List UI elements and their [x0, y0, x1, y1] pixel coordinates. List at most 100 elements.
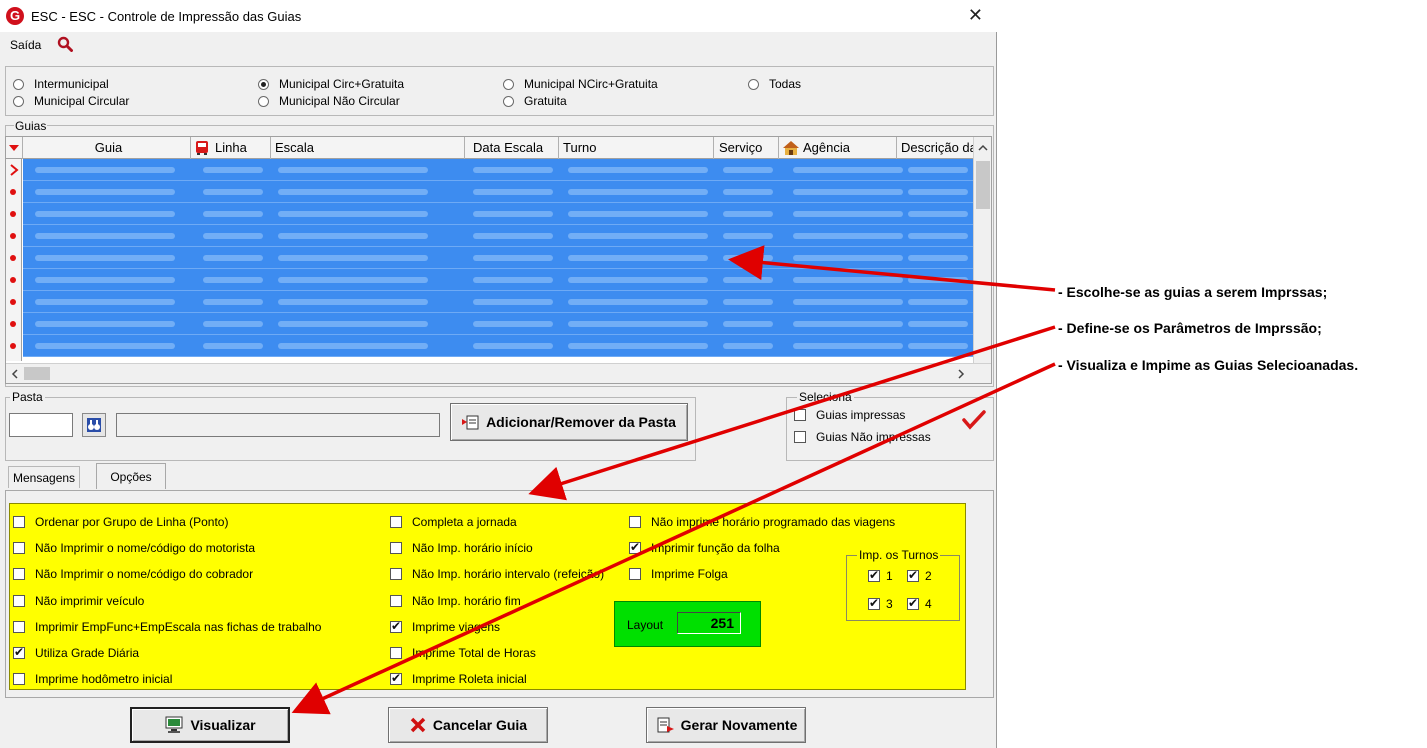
- option-label: Imprime Folga: [651, 567, 728, 582]
- seleciona-label: Seleciona: [797, 390, 854, 404]
- turnos-group: [846, 555, 960, 621]
- annotation-escolhe: - Escolhe-se as guias a serem Imprssas;: [1058, 284, 1328, 300]
- pasta-input[interactable]: [9, 413, 73, 437]
- table-row[interactable]: [23, 291, 974, 313]
- current-row-icon: [10, 164, 19, 176]
- radio-dot-selected: [258, 78, 269, 90]
- layout-input[interactable]: 251: [677, 612, 741, 634]
- check-guias-impressas[interactable]: Guias impressas: [794, 408, 905, 422]
- tab-mensagens[interactable]: Mensagens: [8, 466, 81, 488]
- scroll-right-icon[interactable]: [956, 368, 966, 380]
- monitor-icon: [165, 716, 183, 733]
- blurred-cell: [723, 189, 773, 195]
- check-guias-nao-impressas[interactable]: Guias Não impressas: [794, 430, 931, 444]
- option-checkbox-col3-1[interactable]: Imprimir função da folha: [629, 540, 780, 555]
- radio-municipal-nao-circular[interactable]: Municipal Não Circular: [258, 94, 400, 108]
- radio-gratuita[interactable]: Gratuita: [503, 94, 567, 108]
- gerar-novamente-button[interactable]: Gerar Novamente: [646, 707, 806, 743]
- checkbox: [13, 620, 25, 633]
- option-checkbox-col1-6[interactable]: Imprime hodômetro inicial: [13, 672, 172, 686]
- table-row[interactable]: [23, 159, 974, 181]
- check-turno-3[interactable]: 3: [868, 596, 893, 611]
- col-guia[interactable]: Guia: [23, 137, 191, 159]
- tab-opcoes[interactable]: Opções: [96, 463, 166, 489]
- option-checkbox-col1-3[interactable]: Não imprimir veículo: [13, 594, 144, 608]
- blurred-cell: [568, 167, 708, 173]
- blurred-cell: [203, 167, 263, 173]
- blurred-cell: [793, 189, 903, 195]
- table-row[interactable]: [23, 313, 974, 335]
- col-data-escala[interactable]: Data Escala: [465, 137, 559, 159]
- col-turno[interactable]: Turno: [559, 137, 714, 159]
- option-checkbox-col1-4[interactable]: Imprimir EmpFunc+EmpEscala nas fichas de…: [13, 620, 321, 634]
- option-checkbox-col2-1[interactable]: Não Imp. horário início: [390, 541, 533, 555]
- table-row[interactable]: [23, 269, 974, 291]
- check-turno-2[interactable]: 2: [907, 568, 932, 583]
- annotation-define: - Define-se os Parâmetros de Imprssão;: [1058, 320, 1322, 336]
- option-checkbox-col2-0[interactable]: Completa a jornada: [390, 515, 517, 529]
- blurred-cell: [473, 343, 553, 349]
- option-label: Utiliza Grade Diária: [35, 646, 140, 660]
- checkbox: [629, 568, 641, 581]
- radio-municipal-ncirc-gratuita[interactable]: Municipal NCirc+Gratuita: [503, 77, 658, 91]
- vertical-scrollbar[interactable]: [973, 137, 991, 365]
- search-icon[interactable]: [57, 36, 73, 52]
- scroll-up-icon[interactable]: [977, 143, 989, 153]
- col-agencia[interactable]: Agência: [779, 137, 897, 159]
- guias-grid[interactable]: Guia Linha Escala Data Escala Turno Serv…: [5, 136, 992, 384]
- option-checkbox-col2-6[interactable]: Imprime Roleta inicial: [390, 671, 527, 687]
- blurred-cell: [203, 277, 263, 283]
- scroll-left-icon[interactable]: [10, 368, 20, 380]
- checkbox: [868, 596, 880, 610]
- radio-intermunicipal[interactable]: Intermunicipal: [13, 77, 109, 91]
- option-checkbox-col2-2[interactable]: Não Imp. horário intervalo (refeição): [390, 567, 604, 581]
- option-checkbox-col1-2[interactable]: Não Imprimir o nome/código do cobrador: [13, 567, 253, 581]
- apply-check-icon[interactable]: [962, 410, 986, 430]
- horizontal-scroll-thumb[interactable]: [24, 367, 50, 380]
- visualizar-button[interactable]: Visualizar: [130, 707, 290, 743]
- radio-municipal-circular[interactable]: Municipal Circular: [13, 94, 129, 108]
- checkbox: [13, 645, 25, 659]
- option-checkbox-col1-5[interactable]: Utiliza Grade Diária: [13, 645, 140, 660]
- option-checkbox-col2-3[interactable]: Não Imp. horário fim: [390, 594, 521, 608]
- menu-bar: Saída: [0, 33, 997, 57]
- radio-municipal-circ-gratuita[interactable]: Municipal Circ+Gratuita: [258, 77, 404, 91]
- add-remove-pasta-button[interactable]: Adicionar/Remover da Pasta: [450, 403, 688, 441]
- col-linha[interactable]: Linha: [191, 137, 271, 159]
- table-row[interactable]: [23, 225, 974, 247]
- blurred-cell: [203, 299, 263, 305]
- col-servico[interactable]: Serviço: [714, 137, 779, 159]
- horizontal-scrollbar[interactable]: [6, 363, 991, 383]
- option-checkbox-col2-5[interactable]: Imprime Total de Horas: [390, 646, 536, 660]
- option-label: Não Imp. horário intervalo (refeição): [412, 567, 605, 582]
- blurred-cell: [908, 189, 968, 195]
- header-indicator[interactable]: [6, 137, 23, 159]
- option-checkbox-col1-0[interactable]: Ordenar por Grupo de Linha (Ponto): [13, 515, 228, 529]
- col-escala[interactable]: Escala: [271, 137, 465, 159]
- option-checkbox-col2-4[interactable]: Imprime viagens: [390, 619, 500, 634]
- blurred-cell: [278, 233, 428, 239]
- menu-saida[interactable]: Saída: [10, 38, 41, 52]
- check-turno-1[interactable]: 1: [868, 568, 893, 583]
- option-checkbox-col1-1[interactable]: Não Imprimir o nome/código do motorista: [13, 541, 255, 555]
- table-row[interactable]: [23, 181, 974, 203]
- radio-todas[interactable]: Todas: [748, 77, 801, 91]
- table-row[interactable]: [23, 247, 974, 269]
- close-icon[interactable]: ✕: [968, 5, 983, 26]
- blurred-cell: [35, 233, 175, 239]
- option-checkbox-col3-2[interactable]: Imprime Folga: [629, 567, 728, 581]
- table-row[interactable]: [23, 335, 974, 357]
- col-descricao[interactable]: Descrição da: [897, 137, 974, 159]
- regenerate-icon: [657, 717, 674, 733]
- table-row[interactable]: [23, 203, 974, 225]
- option-label: Não Imp. horário fim: [412, 593, 521, 608]
- pasta-lookup-button[interactable]: [82, 413, 106, 437]
- check-turno-4[interactable]: 4: [907, 596, 932, 611]
- vertical-scroll-thumb[interactable]: [976, 161, 990, 209]
- blurred-cell: [35, 167, 175, 173]
- option-label: Imprime Roleta inicial: [412, 672, 527, 687]
- blurred-cell: [568, 211, 708, 217]
- cancelar-guia-button[interactable]: Cancelar Guia: [388, 707, 548, 743]
- option-checkbox-col3-0[interactable]: Não imprime horário programado das viage…: [629, 515, 895, 529]
- blurred-cell: [35, 321, 175, 327]
